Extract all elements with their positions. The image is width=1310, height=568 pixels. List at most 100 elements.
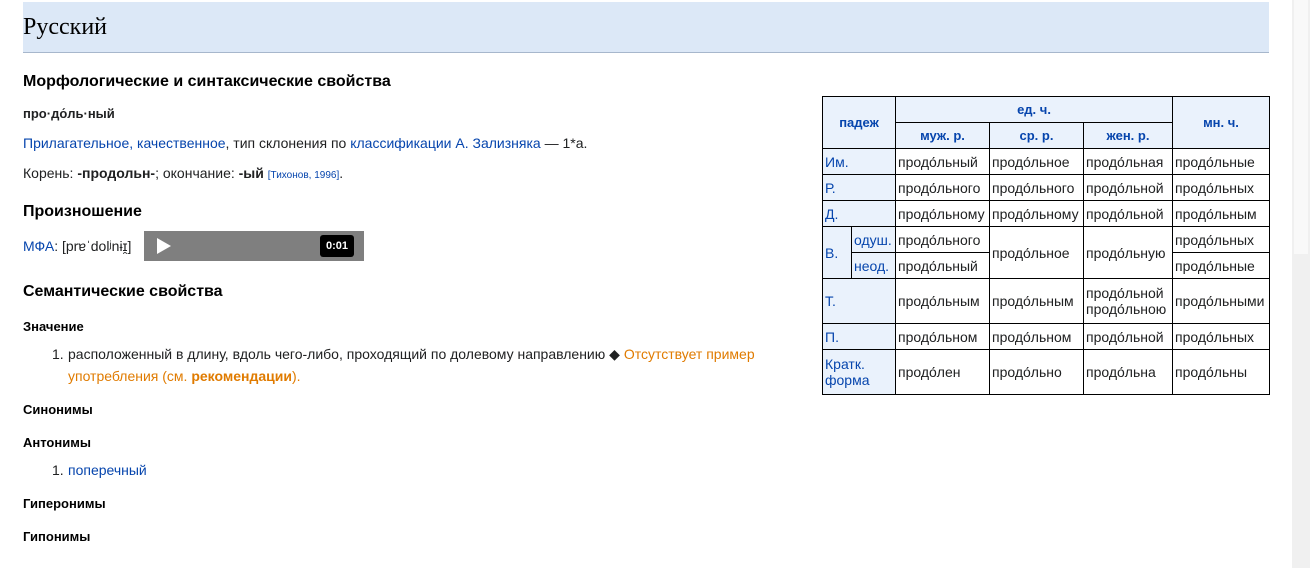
cell: продо́льных (1172, 226, 1270, 253)
meaning-line2: употребления (см. рекомендации). (68, 368, 301, 384)
declension-table: падеж ед. ч. мн. ч. муж. р. ср. р. жен. … (822, 96, 1270, 395)
fem-header: жен. р. (1083, 122, 1173, 149)
ipa-transcription: : [prɐˈdolʲnɨɪ̯] (54, 238, 132, 254)
pos-link[interactable]: Прилагательное, качественное (23, 135, 226, 151)
language-title: Русский (23, 14, 107, 40)
cell: продо́льных (1172, 323, 1270, 350)
cell: продо́льного (895, 226, 990, 253)
root-line: Корень: -продольн-; окончание: -ый [Тихо… (23, 165, 343, 181)
plural-header: мн. ч. (1172, 96, 1270, 149)
missing-example-close: ). (291, 368, 301, 384)
semantic-heading: Семантические свойства (23, 283, 223, 300)
antonyms-heading: Антонимы (23, 435, 91, 450)
synonyms-heading: Синонимы (23, 402, 93, 417)
hyponyms-heading: Гипонимы (23, 529, 91, 544)
masc-header: муж. р. (895, 122, 990, 149)
case-acc-link[interactable]: В. (825, 245, 838, 261)
cell: продо́льные (1172, 148, 1270, 175)
root-period: . (339, 165, 344, 181)
pronunciation-heading: Произношение (23, 203, 142, 220)
case-pre-link[interactable]: П. (825, 329, 839, 345)
ipa-link[interactable]: МФА (23, 238, 54, 254)
recommendations-link[interactable]: рекомендации (191, 368, 292, 384)
case-ins: Т. (822, 278, 896, 324)
table-row: Кратк. форма продо́лен продо́льно продо́л… (822, 349, 1270, 395)
table-row: Им. продо́льный продо́льное продо́льная … (822, 148, 1270, 175)
audio-player[interactable]: 0:01 (144, 231, 364, 261)
case-acc: В. (822, 226, 852, 279)
syllables: про·до́ль·ный (23, 106, 115, 121)
cell: продо́льным (1172, 200, 1270, 227)
table-row: В. одуш. продо́льного продо́льное продо́… (822, 226, 1270, 279)
antonym-link[interactable]: поперечный (68, 462, 147, 478)
pos-sep: , тип склонения по (225, 135, 351, 151)
cell: продо́льному (989, 200, 1084, 227)
hyperonyms-heading: Гиперонимы (23, 496, 106, 511)
scrollbar-thumb[interactable] (1294, 0, 1308, 254)
case-short: Кратк. форма (822, 349, 896, 395)
case-ins-link[interactable]: Т. (825, 293, 836, 309)
case-short-link[interactable]: Кратк. форма (825, 356, 893, 388)
antonym-num: 1. (52, 462, 64, 478)
table-row: Р. продо́льного продо́льного продо́льной… (822, 174, 1270, 201)
ins-fem-1: продо́льной (1086, 285, 1164, 301)
cell: продо́льной (1083, 174, 1173, 201)
scrollbar[interactable] (1292, 0, 1310, 568)
root-label: Корень: (23, 165, 78, 181)
case-header: падеж (822, 96, 896, 149)
short-form-label-1: Кратк. (825, 356, 865, 372)
acc-anim-link[interactable]: одуш. (854, 232, 892, 248)
cell: продо́льной продо́льною (1083, 278, 1173, 324)
ipa-line: МФА: [prɐˈdolʲnɨɪ̯] (23, 238, 131, 254)
morph-heading: Морфологические и синтаксические свойств… (23, 73, 391, 90)
neut-header: ср. р. (989, 122, 1084, 149)
ins-fem-2: продо́льною (1086, 301, 1167, 317)
cell: продо́льна (1083, 349, 1173, 395)
cell: продо́льно (989, 349, 1084, 395)
short-form-label-2: форма (825, 372, 870, 388)
cell: продо́льной (1083, 200, 1173, 227)
cell: продо́льного (989, 174, 1084, 201)
audio-duration: 0:01 (319, 235, 354, 257)
case-dat: Д. (822, 200, 896, 227)
ending-value: -ый (238, 165, 264, 181)
tikhonov-ref-link[interactable]: [Тихонов, 1996] (268, 170, 339, 181)
table-row: П. продо́льном продо́льном продо́льной п… (822, 323, 1270, 350)
acc-inan-link[interactable]: неод. (854, 258, 889, 274)
cell: продо́лен (895, 349, 990, 395)
case-nom-link[interactable]: Им. (825, 154, 849, 170)
case-pre: П. (822, 323, 896, 350)
meaning-line1: расположенный в длину, вдоль чего-либо, … (68, 346, 755, 363)
cell: продо́льном (895, 323, 990, 350)
singular-header: ед. ч. (895, 96, 1173, 123)
cell: продо́льны (1172, 349, 1270, 395)
cell: продо́льным (989, 278, 1084, 324)
pos-line: Прилагательное, качественное, тип склоне… (23, 135, 587, 151)
acc-inan: неод. (851, 252, 896, 279)
cell: продо́льной (1083, 323, 1173, 350)
cell: продо́льные (1172, 252, 1270, 279)
ending-label: ; окончание: (155, 165, 239, 181)
acc-anim: одуш. (851, 226, 896, 253)
case-dat-link[interactable]: Д. (825, 206, 838, 222)
root-value: -продольн- (77, 165, 156, 181)
play-icon[interactable] (157, 238, 171, 254)
case-gen-link[interactable]: Р. (825, 180, 836, 196)
meaning-heading: Значение (23, 319, 84, 334)
case-gen: Р. (822, 174, 896, 201)
zaliznyak-link[interactable]: классификации А. Зализняка (350, 135, 540, 151)
cell: продо́льное (989, 148, 1084, 175)
missing-example: Отсутствует пример (623, 346, 755, 362)
cell: продо́льному (895, 200, 990, 227)
table-row: Т. продо́льным продо́льным продо́льной пр… (822, 278, 1270, 324)
cell: продо́льным (895, 278, 990, 324)
language-header: Русский (23, 2, 1269, 53)
cell: продо́льных (1172, 174, 1270, 201)
meaning-num: 1. (52, 346, 64, 362)
missing-example-cont: употребления (см. (68, 368, 192, 384)
cell: продо́льном (989, 323, 1084, 350)
table-row: Д. продо́льному продо́льному продо́льной… (822, 200, 1270, 227)
cell: продо́льными (1172, 278, 1270, 324)
cell: продо́льную (1083, 226, 1173, 279)
declension-type: — 1*a. (540, 135, 588, 151)
